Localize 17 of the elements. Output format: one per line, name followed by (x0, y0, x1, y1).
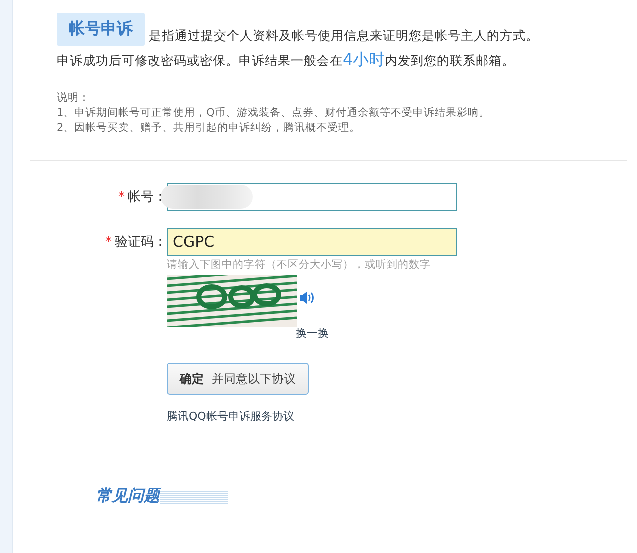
refresh-link[interactable]: 换一换 (296, 326, 329, 341)
faq-heading: 常见问题 (96, 486, 160, 507)
intro-text: 是指通过提交个人资料及帐号使用信息来证明您是帐号主人的方式。 (149, 28, 539, 45)
section-badge: 帐号申诉 (57, 13, 145, 46)
note-text: 2、因帐号买卖、赠予、共用引起的申诉纠纷，腾讯概不受理。 (57, 121, 362, 136)
required-asterisk: * (118, 190, 125, 205)
field-label: 验证码： (115, 235, 167, 250)
submit-button[interactable]: 确定 并同意以下协议 (167, 363, 309, 395)
hint-text: 请输入下图中的字符（不区分大小写），或听到的数字 (167, 258, 431, 272)
intro-text: 申诉成功后可修改密码或密保。申诉结果一般会在4小时内发到您的联系邮箱。 (57, 50, 516, 71)
field-label: 帐号： (128, 190, 167, 205)
agreement-link[interactable]: 腾讯QQ帐号申诉服务协议 (167, 409, 294, 424)
note-text: 1、申诉期间帐号可正常使用，Q币、游戏装备、点券、财付通余额等不受申诉结果影响。 (57, 106, 491, 121)
captcha-field[interactable]: CGPC (167, 228, 457, 256)
notes-title: 说明： (57, 91, 91, 106)
required-asterisk: * (106, 235, 112, 250)
speaker-icon[interactable] (299, 291, 315, 305)
